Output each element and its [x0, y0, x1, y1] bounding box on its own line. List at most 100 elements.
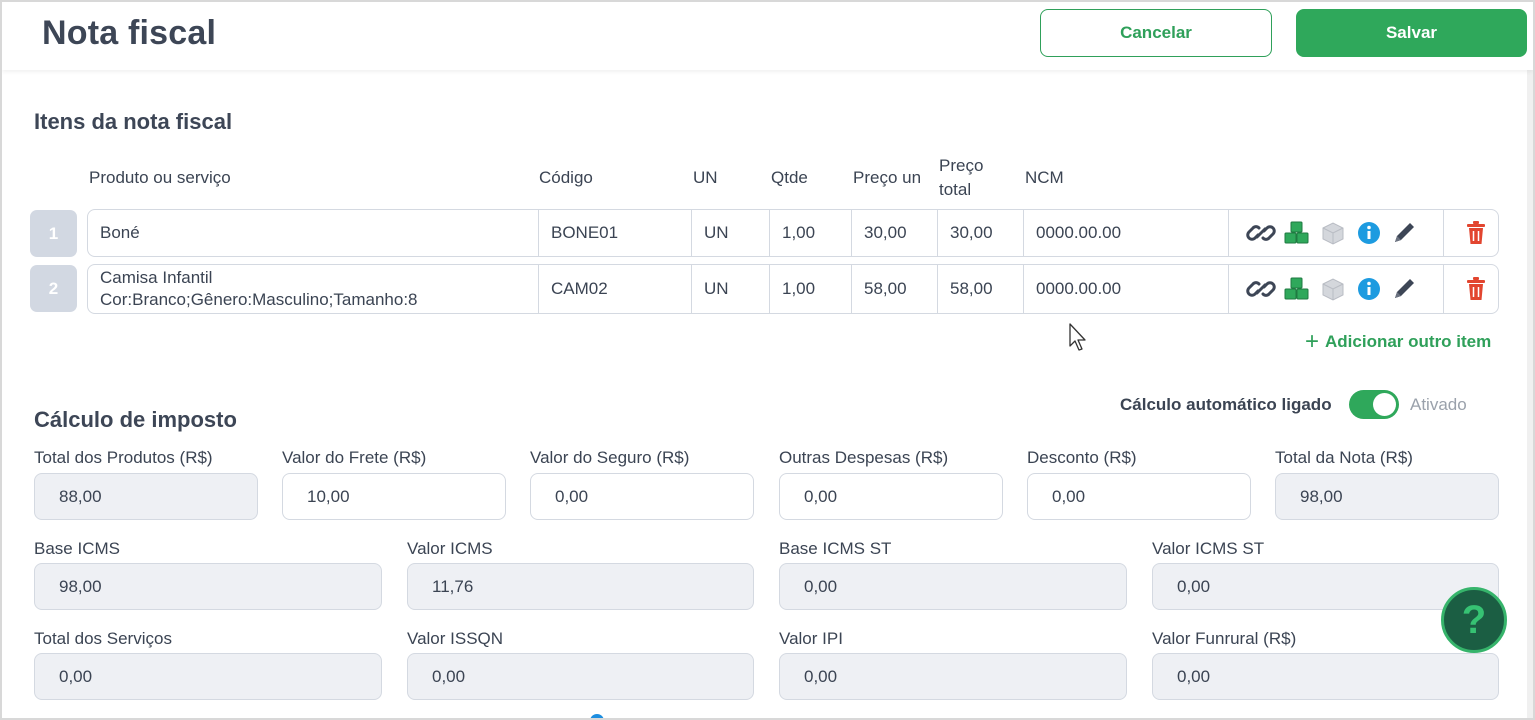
valor-seguro-label: Valor do Seguro (R$)	[530, 448, 690, 467]
cancel-button[interactable]: Cancelar	[1040, 9, 1272, 57]
scroll-indicator	[590, 714, 604, 718]
base-icms-label: Base ICMS	[34, 539, 120, 558]
app-frame: Nota fiscal Cancelar Salvar Itens da not…	[0, 0, 1535, 720]
row-number: 1	[30, 210, 77, 257]
boxes-icon[interactable]	[1279, 218, 1315, 248]
valor-frete-label: Valor do Frete (R$)	[282, 448, 427, 467]
total-price-cell[interactable]: 58,00	[938, 265, 1024, 313]
ncm-cell[interactable]: 0000.00.00	[1024, 265, 1229, 313]
col-header-ncm: NCM	[1025, 168, 1064, 187]
unit-price-value: 30,00	[864, 223, 907, 242]
total-servicos-label: Total dos Serviços	[34, 629, 172, 648]
valor-frete-input[interactable]: 10,00	[282, 473, 506, 520]
code-cell[interactable]: BONE01	[539, 210, 692, 256]
total-nota-field: 98,00	[1275, 473, 1499, 520]
desconto-label: Desconto (R$)	[1027, 448, 1137, 467]
add-item-label: Adicionar outro item	[1325, 332, 1492, 351]
unit-price-cell[interactable]: 58,00	[852, 265, 938, 313]
delete-cell	[1443, 210, 1494, 256]
page-header: Nota fiscal Cancelar Salvar	[2, 2, 1533, 70]
auto-calc-label: Cálculo automático ligado	[1120, 395, 1332, 414]
box-icon[interactable]	[1315, 218, 1351, 248]
unit-price-cell[interactable]: 30,00	[852, 210, 938, 256]
total-price-cell[interactable]: 30,00	[938, 210, 1024, 256]
trash-icon[interactable]	[1458, 274, 1494, 304]
info-icon[interactable]	[1351, 218, 1387, 248]
auto-calc-state: Ativado	[1410, 395, 1467, 414]
product-variant: Cor:Branco;Gênero:Masculino;Tamanho:8	[100, 290, 418, 309]
save-button[interactable]: Salvar	[1296, 9, 1527, 57]
table-row[interactable]: Boné BONE01 UN 1,00 30,00 30,00 0000.00.…	[87, 209, 1499, 257]
valor-icms-label: Valor ICMS	[407, 539, 493, 558]
info-icon[interactable]	[1351, 274, 1387, 304]
toggle-knob	[1373, 393, 1396, 416]
code-cell[interactable]: CAM02	[539, 265, 692, 313]
valor-funrural-label: Valor Funrural (R$)	[1152, 629, 1297, 648]
total-servicos-field: 0,00	[34, 653, 382, 700]
tax-section-title: Cálculo de imposto	[34, 407, 237, 432]
code-value: CAM02	[551, 279, 608, 298]
valor-ipi-label: Valor IPI	[779, 629, 843, 648]
vertical-scrollbar[interactable]	[1527, 70, 1533, 718]
qty-value: 1,00	[782, 279, 816, 298]
trash-icon[interactable]	[1458, 218, 1494, 248]
qty-value: 1,00	[782, 223, 816, 242]
col-header-product: Produto ou serviço	[89, 168, 231, 187]
col-header-total-price-line1: Preço	[939, 156, 984, 175]
unit-price-value: 58,00	[864, 279, 907, 298]
valor-issqn-field: 0,00	[407, 653, 754, 700]
link-icon[interactable]	[1243, 274, 1279, 304]
row-number: 2	[30, 265, 77, 312]
total-nota-label: Total da Nota (R$)	[1275, 448, 1413, 467]
outras-despesas-label: Outras Despesas (R$)	[779, 448, 949, 467]
box-icon[interactable]	[1315, 274, 1351, 304]
col-header-qty: Qtde	[771, 168, 808, 187]
valor-seguro-input[interactable]: 0,00	[530, 473, 754, 520]
qty-cell[interactable]: 1,00	[770, 265, 852, 313]
items-section-title: Itens da nota fiscal	[34, 109, 233, 134]
code-value: BONE01	[551, 223, 619, 242]
add-item-button[interactable]: + Adicionar outro item	[1305, 328, 1492, 355]
col-header-unit: UN	[693, 168, 718, 187]
product-name: Camisa Infantil	[100, 268, 213, 287]
row-actions	[1243, 265, 1423, 313]
desconto-input[interactable]: 0,00	[1027, 473, 1251, 520]
valor-ipi-field: 0,00	[779, 653, 1127, 700]
ncm-value: 0000.00.00	[1036, 223, 1122, 242]
product-cell[interactable]: Camisa Infantil Cor:Branco;Gênero:Mascul…	[88, 265, 539, 313]
base-icms-st-field: 0,00	[779, 563, 1127, 610]
mouse-cursor-icon	[1069, 323, 1086, 351]
total-produtos-label: Total dos Produtos (R$)	[34, 448, 213, 467]
unit-cell[interactable]: UN	[692, 265, 770, 313]
delete-cell	[1443, 265, 1494, 313]
ncm-cell[interactable]: 0000.00.00	[1024, 210, 1229, 256]
total-produtos-field: 88,00	[34, 473, 258, 520]
link-icon[interactable]	[1243, 218, 1279, 248]
valor-issqn-label: Valor ISSQN	[407, 629, 504, 648]
boxes-icon[interactable]	[1279, 274, 1315, 304]
unit-cell[interactable]: UN	[692, 210, 770, 256]
unit-value: UN	[704, 223, 729, 242]
table-row[interactable]: Camisa Infantil Cor:Branco;Gênero:Mascul…	[87, 264, 1499, 314]
auto-calc-toggle[interactable]	[1349, 390, 1399, 419]
col-header-total-price: Preço total	[939, 154, 983, 202]
outras-despesas-input[interactable]: 0,00	[779, 473, 1003, 520]
product-cell[interactable]: Boné	[88, 210, 539, 256]
pencil-icon[interactable]	[1387, 218, 1423, 248]
valor-icms-st-label: Valor ICMS ST	[1152, 539, 1265, 558]
pencil-icon[interactable]	[1387, 274, 1423, 304]
total-price-value: 30,00	[950, 223, 993, 242]
ncm-value: 0000.00.00	[1036, 279, 1122, 298]
plus-icon: +	[1305, 328, 1320, 355]
base-icms-field: 98,00	[34, 563, 382, 610]
help-button[interactable]: ?	[1441, 587, 1507, 653]
product-name: Boné	[100, 223, 140, 242]
qty-cell[interactable]: 1,00	[770, 210, 852, 256]
base-icms-st-label: Base ICMS ST	[779, 539, 892, 558]
row-actions	[1243, 210, 1423, 256]
valor-funrural-field: 0,00	[1152, 653, 1499, 700]
col-header-code: Código	[539, 168, 593, 187]
page-title: Nota fiscal	[42, 14, 217, 52]
unit-value: UN	[704, 279, 729, 298]
valor-icms-field: 11,76	[407, 563, 754, 610]
